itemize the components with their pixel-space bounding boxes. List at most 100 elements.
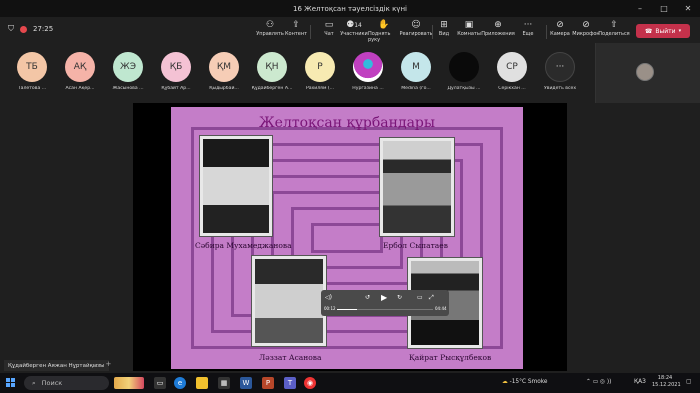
weather-status[interactable]: ☁ -15°C Smoke <box>502 379 548 385</box>
store-icon[interactable]: ▦ <box>218 377 230 389</box>
weather-icon: ☁ <box>502 379 508 385</box>
portrait-photo <box>379 137 455 237</box>
avatar: M <box>401 52 431 82</box>
portrait-photo <box>251 255 327 347</box>
powerpoint-icon[interactable]: P <box>262 377 274 389</box>
participant-tile[interactable]: Нургазина ... <box>346 52 390 91</box>
recording-icon <box>20 25 27 33</box>
apps-button[interactable]: ⊕ Приложения <box>481 20 515 37</box>
captions-icon[interactable]: ▭ <box>417 294 423 301</box>
shared-slide: Желтоқсан құрбандары Сәбира Мухамеджанов… <box>171 107 523 369</box>
meeting-timer: 27:25 <box>33 25 54 33</box>
self-view-tile[interactable] <box>595 43 700 103</box>
minimize-icon[interactable]: – <box>628 0 652 17</box>
avatar: ЖЭ <box>113 52 143 82</box>
meeting-toolbar: ⛉ 27:25 ⚇ Управлять ⇪ Контент ▭ Чат ⚉14 … <box>0 17 700 44</box>
chevron-down-icon: ▾ <box>678 28 682 34</box>
taskbar-search[interactable]: ⌕ Поиск <box>24 376 109 390</box>
close-icon[interactable]: ✕ <box>676 0 700 17</box>
participant-tile[interactable]: СР Серікхан ... <box>490 52 534 91</box>
avatar: ҚН <box>257 52 287 82</box>
smile-icon: ☺ <box>411 20 421 30</box>
participant-tile[interactable]: ҚБ Құбайт Ар... <box>154 52 198 91</box>
people-icon: ⚉14 <box>346 20 362 30</box>
chat-icon: ▭ <box>324 20 334 30</box>
participant-tile[interactable]: Р Рахилям (... <box>298 52 342 91</box>
avatar: ҚМ <box>209 52 239 82</box>
avatar <box>353 52 383 82</box>
avatar: ҚБ <box>161 52 191 82</box>
camera-off-icon: ⊘ <box>556 20 564 30</box>
avatar: ТБ <box>17 52 47 82</box>
avatar: СР <box>497 52 527 82</box>
teams-meeting-window: 16 Желтоқсан тәуелсіздік күні – □ ✕ ⛉ 27… <box>0 0 700 393</box>
avatar: АҚ <box>65 52 95 82</box>
more-icon: ··· <box>523 20 533 30</box>
plus-icon: ⊕ <box>494 20 502 30</box>
portrait-photo <box>199 135 273 237</box>
window-title: 16 Желтоқсан тәуелсіздік күні <box>293 4 407 13</box>
task-view-icon[interactable]: ▭ <box>154 377 166 389</box>
forward-icon[interactable]: ↻ <box>397 294 402 301</box>
participant-strip: ТБ Талетова ... АҚ Асан Ақер... ЖЭ Жасын… <box>0 48 590 98</box>
tray-icons[interactable]: ⌃ ▭ ◎ )) <box>586 379 611 385</box>
shared-content-stage: Желтоқсан құрбандары Сәбира Мухамеджанов… <box>133 103 567 371</box>
avatar: Р <box>305 52 335 82</box>
chrome-icon[interactable]: ◉ <box>304 377 316 389</box>
photo-caption: Сәбира Мухамеджанова <box>195 241 292 250</box>
weather-widget-icon[interactable] <box>114 377 144 389</box>
rewind-icon[interactable]: ↺ <box>365 294 370 301</box>
maximize-icon[interactable]: □ <box>652 0 676 17</box>
hand-icon: ✋ <box>378 20 390 30</box>
participant-tile[interactable]: ЖЭ Жасынова ... <box>106 52 150 91</box>
phone-icon: ☎ <box>644 27 653 35</box>
rooms-icon: ▣ <box>464 20 474 30</box>
seek-bar-progress <box>337 309 357 310</box>
photo-caption: Қайрат Рысқұлбеков <box>409 353 492 362</box>
slide-title: Желтоқсан құрбандары <box>258 115 436 131</box>
word-icon[interactable]: W <box>240 377 252 389</box>
more-icon: ··· <box>545 52 575 82</box>
participant-tile[interactable]: ҚМ Қыдырбай... <box>202 52 246 91</box>
fullscreen-icon[interactable]: ⤢ <box>429 294 434 302</box>
teams-icon[interactable]: T <box>284 377 296 389</box>
total-time: 04:44 <box>435 306 447 311</box>
person-shield-icon: ⚇ <box>265 20 275 30</box>
photo-caption: Ербол Сыпатаев <box>383 241 448 250</box>
photo-caption: Ләззат Асанова <box>259 353 322 362</box>
avatar <box>449 52 479 82</box>
clock[interactable]: 18:24 15.12.2021 <box>652 375 681 389</box>
file-explorer-icon[interactable] <box>196 377 208 389</box>
current-time: 00:12 <box>324 306 336 311</box>
avatar <box>636 63 654 81</box>
see-all-button[interactable]: ··· Увидеть всех <box>538 52 582 91</box>
media-player-controls: ◁) ↺ ▶ ↻ ▭ ⤢ 00:12 04:44 <box>321 290 449 316</box>
search-icon: ⌕ <box>32 378 36 387</box>
participant-tile[interactable]: ҚН Құдайберген А... <box>250 52 294 91</box>
windows-start-icon[interactable] <box>6 378 16 388</box>
share-icon: ⇪ <box>292 20 300 30</box>
grid-icon: ⊞ <box>440 20 448 30</box>
notification-icon[interactable]: ▢ <box>686 379 691 385</box>
language-indicator[interactable]: ҚАЗ <box>634 379 646 385</box>
mic-off-icon: ⊘ <box>582 20 590 30</box>
edge-icon[interactable]: e <box>174 377 186 389</box>
more-button[interactable]: ··· Еще <box>512 20 544 37</box>
rooms-button[interactable]: ▣ Комнаты <box>453 20 485 37</box>
shield-icon: ⛉ <box>8 24 14 33</box>
participant-tile[interactable]: ТБ Талетова ... <box>10 52 54 91</box>
participant-tile[interactable]: АҚ Асан Ақер... <box>58 52 102 91</box>
title-bar: 16 Желтоқсан тәуелсіздік күні – □ ✕ <box>0 0 700 17</box>
participants-button[interactable]: ⚉14 Участники <box>338 20 370 37</box>
participant-tile[interactable]: Дулатқызы ... <box>442 52 486 91</box>
meeting-status: ⛉ 27:25 <box>8 24 53 34</box>
raise-hand-button[interactable]: ✋ Поднять руку <box>368 20 400 43</box>
leave-button[interactable]: ☎ Выйти ▾ <box>636 24 690 38</box>
zoom-controls[interactable]: — + <box>94 360 111 368</box>
play-button[interactable]: ▶ <box>381 293 387 302</box>
participant-tile[interactable]: M Medina (го... <box>394 52 438 91</box>
volume-icon[interactable]: ◁) <box>325 294 332 301</box>
share-screen-button[interactable]: ⇧ Поделиться <box>598 20 630 37</box>
content-button[interactable]: ⇪ Контент <box>280 20 312 37</box>
presenter-name-tag: Құдайберген Аяжан Нұртайқызы <box>4 360 109 371</box>
